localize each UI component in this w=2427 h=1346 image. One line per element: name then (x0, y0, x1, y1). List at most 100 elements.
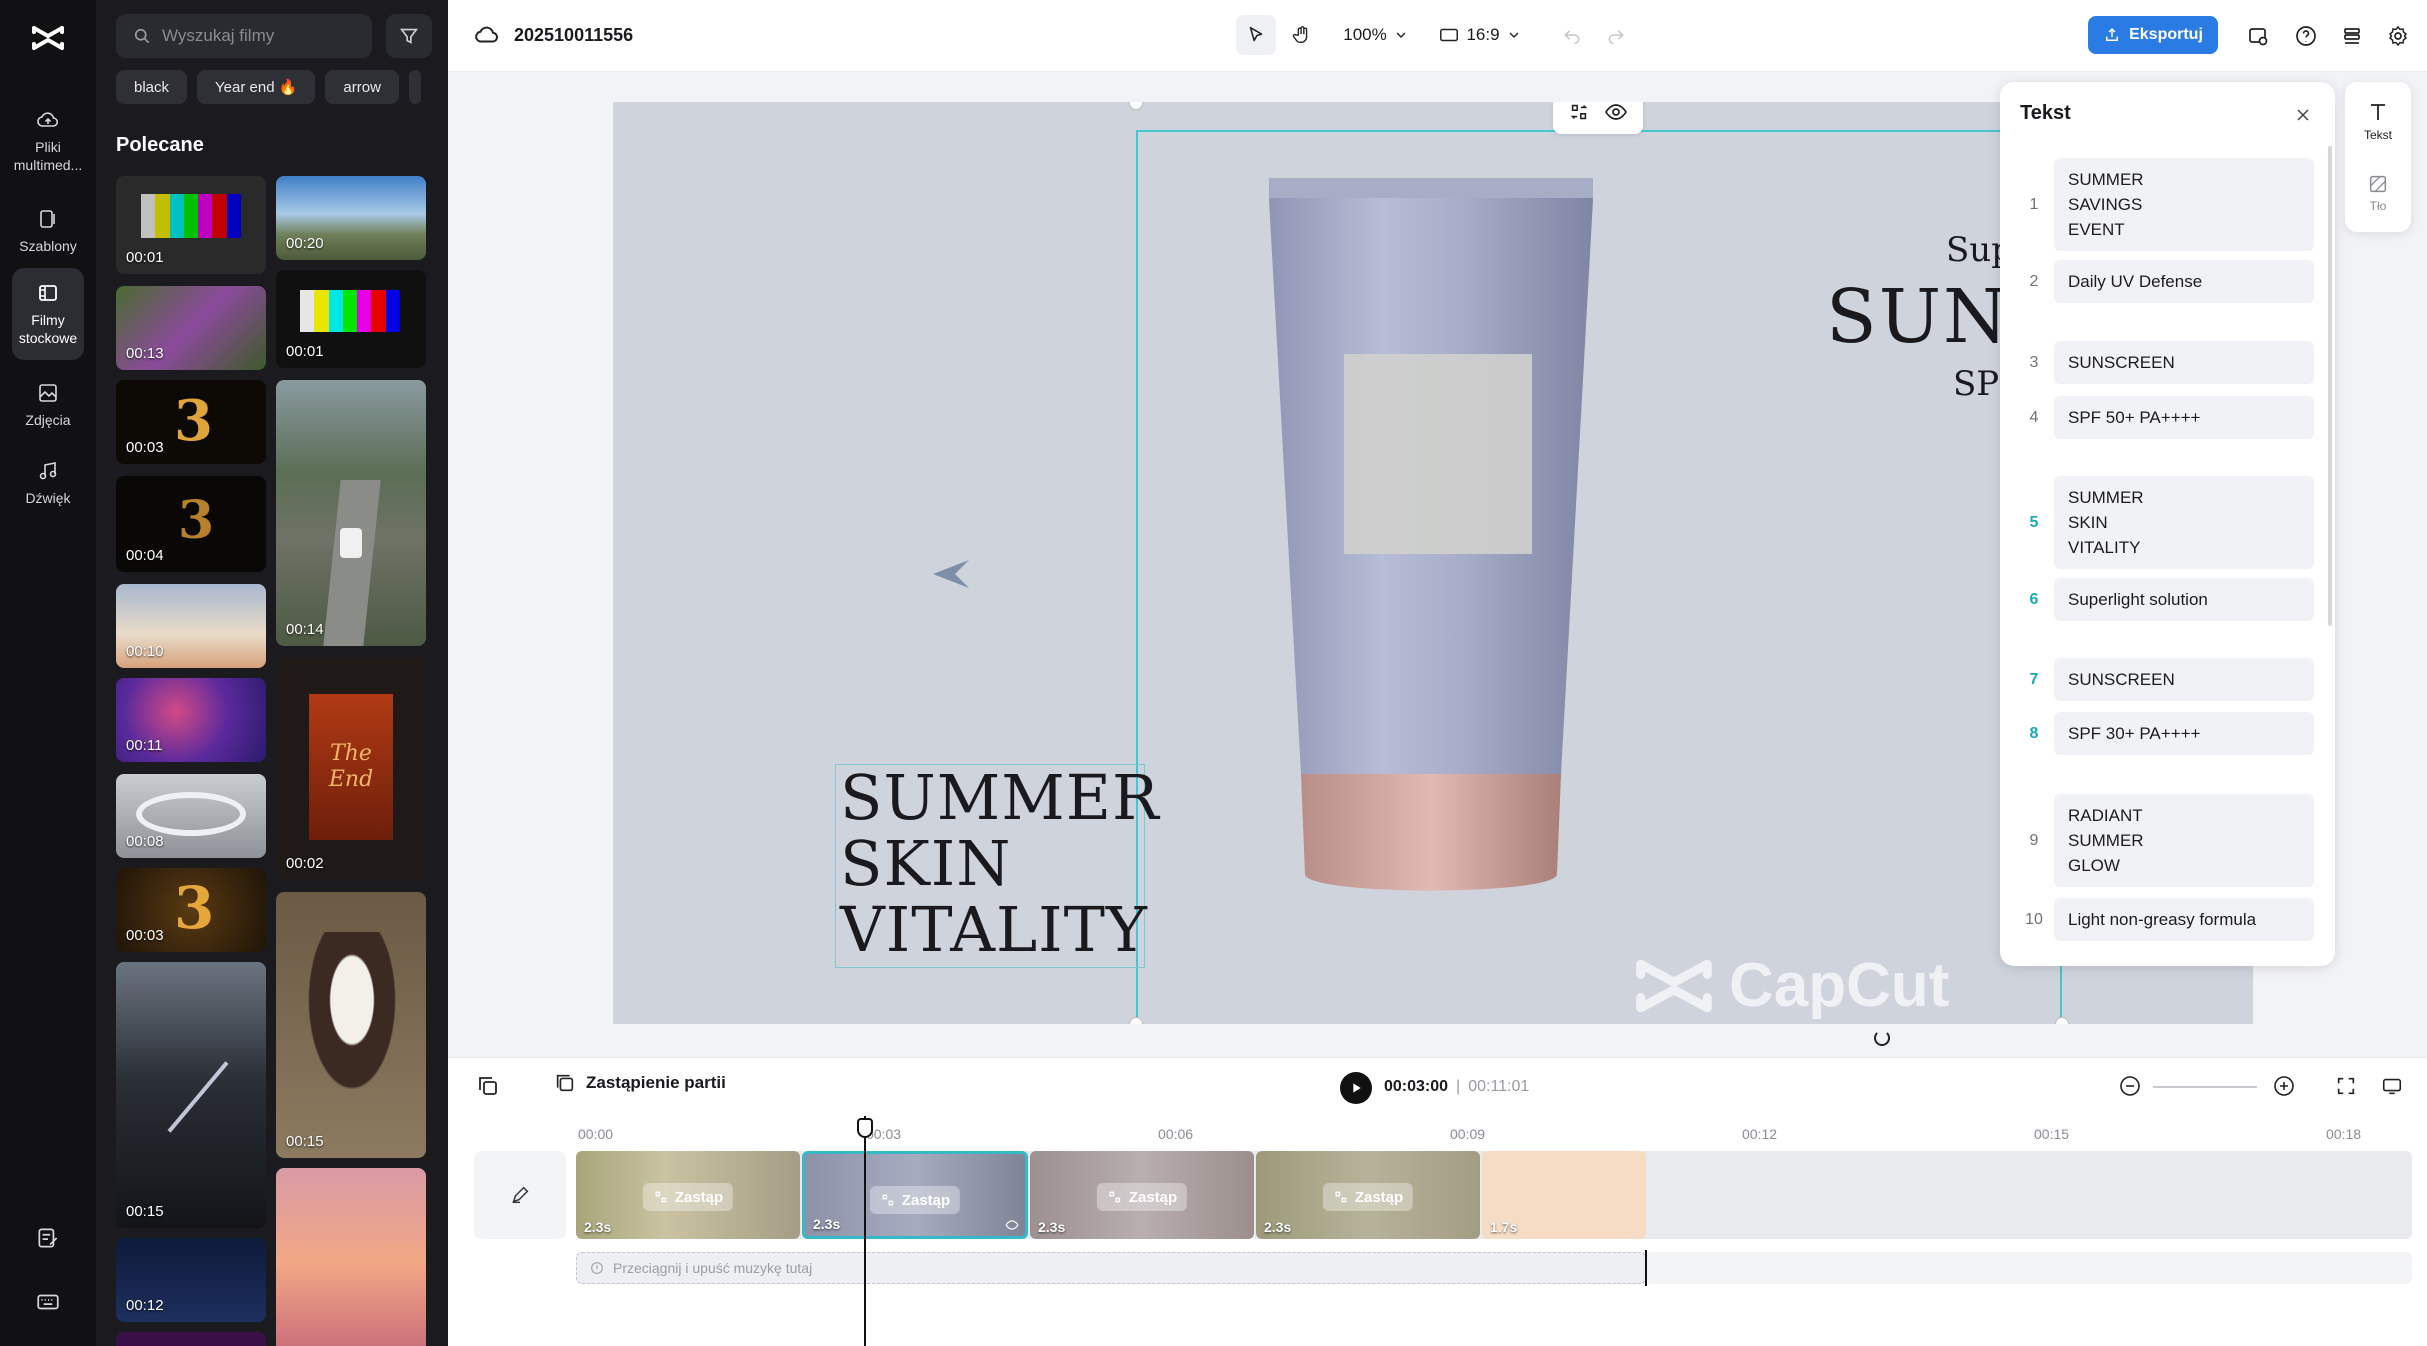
timeline-zoom-slider[interactable] (2153, 1086, 2257, 1088)
text-list-item[interactable]: 9 RADIANT SUMMER GLOW (2014, 794, 2314, 887)
video-thumb[interactable]: 00:01 (116, 176, 266, 274)
rail-item-photos[interactable]: Zdjęcia (12, 360, 84, 450)
resize-handle[interactable] (2055, 1017, 2069, 1024)
video-thumb[interactable]: 00:12 (116, 1238, 266, 1322)
music-track[interactable] (1646, 1252, 2412, 1284)
timeline-clip[interactable]: Zastąp 2.3s (1256, 1151, 1480, 1239)
music-drop-zone[interactable]: Przeciągnij i upuść muzykę tutaj (576, 1252, 1646, 1284)
zoom-in-icon[interactable] (2270, 1072, 2298, 1100)
batch-replace-button[interactable]: Zastąpienie partii (554, 1072, 726, 1094)
tab-text[interactable]: Tekst (2349, 88, 2407, 154)
text-item-value[interactable]: SPF 30+ PA++++ (2054, 712, 2314, 755)
copy-layers-icon[interactable] (474, 1072, 502, 1100)
clip-replace-button[interactable]: Zastąp (1322, 1183, 1414, 1211)
layers-icon[interactable] (2338, 22, 2366, 50)
timeline-clip[interactable]: 1.7s (1482, 1151, 1646, 1239)
close-icon[interactable] (2290, 102, 2316, 128)
chip-year-end[interactable]: Year end 🔥 (197, 70, 316, 104)
video-thumb[interactable]: 00:20 (276, 176, 426, 260)
chip-arrow[interactable]: arrow (325, 70, 399, 104)
replace-icon[interactable] (1568, 102, 1590, 123)
video-thumb[interactable]: 3 00:03 (116, 868, 266, 952)
text-list-item[interactable]: 4 SPF 50+ PA++++ (2014, 396, 2314, 439)
text-item-value[interactable]: Light non-greasy formula (2054, 898, 2314, 941)
text-list-item[interactable]: 7 SUNSCREEN (2014, 658, 2314, 701)
video-thumb[interactable]: 00:15 (116, 962, 266, 1228)
video-thumb[interactable] (276, 1168, 426, 1346)
track-edit-icon[interactable] (474, 1151, 566, 1239)
video-thumb[interactable]: The End 00:02 (276, 658, 426, 880)
resize-handle[interactable] (1129, 1017, 1143, 1024)
undo-button[interactable] (1554, 15, 1590, 55)
settings-gear-icon[interactable] (2384, 22, 2412, 50)
edit-notes-icon[interactable] (30, 1220, 66, 1256)
video-thumb[interactable]: 00:01 (276, 270, 426, 368)
timeline-clip[interactable]: Zastąp 2.3s (1030, 1151, 1254, 1239)
selection-frame[interactable] (1136, 130, 2062, 1024)
help-icon[interactable] (2292, 22, 2320, 50)
video-thumb[interactable] (116, 1332, 266, 1346)
video-thumb[interactable]: 00:14 (276, 380, 426, 646)
video-thumb[interactable]: 00:08 (116, 774, 266, 858)
redo-button[interactable] (1598, 15, 1634, 55)
video-thumb[interactable]: 00:10 (116, 584, 266, 668)
eye-icon[interactable] (1005, 1218, 1019, 1232)
text-list-item[interactable]: 8 SPF 30+ PA++++ (2014, 712, 2314, 755)
video-thumb[interactable]: 00:15 (276, 892, 426, 1158)
text-list-item[interactable]: 1 SUMMER SAVINGS EVENT (2014, 158, 2314, 251)
text-item-value[interactable]: SUMMER SKIN VITALITY (2054, 476, 2314, 569)
text-item-value[interactable]: RADIANT SUMMER GLOW (2054, 794, 2314, 887)
timeline-clip-selected[interactable]: Zastąp 2.3s (802, 1151, 1028, 1239)
playhead-handle[interactable] (857, 1118, 873, 1138)
video-thumb[interactable]: 3 00:04 (116, 476, 266, 572)
text-item-value[interactable]: Daily UV Defense (2054, 260, 2314, 303)
rail-item-audio[interactable]: Dźwięk (12, 438, 84, 528)
search-input[interactable] (162, 26, 352, 46)
play-button[interactable] (1340, 1072, 1372, 1104)
tab-background[interactable]: Tło (2349, 160, 2407, 226)
keyboard-icon[interactable] (30, 1284, 66, 1320)
rotate-handle[interactable] (1874, 1030, 1890, 1046)
text-item-value[interactable]: Superlight solution (2054, 578, 2314, 621)
zoom-dropdown[interactable]: 100% (1336, 15, 1416, 55)
text-list-item[interactable]: 2 Daily UV Defense (2014, 260, 2314, 303)
chip-black[interactable]: black (116, 70, 188, 104)
clip-replace-button[interactable]: Zastąp (869, 1186, 961, 1214)
search-box[interactable] (116, 14, 372, 58)
aspect-ratio-dropdown[interactable]: 16:9 (1432, 15, 1528, 55)
text-item-value[interactable]: SPF 50+ PA++++ (2054, 396, 2314, 439)
video-thumb[interactable]: 00:13 (116, 286, 266, 370)
rail-item-media[interactable]: Pliki multimed... (12, 96, 84, 186)
text-list-item[interactable]: 10 Light non-greasy formula (2014, 898, 2314, 941)
preview-toggle-icon[interactable] (2378, 1072, 2406, 1100)
clip-replace-button[interactable]: Zastąp (1096, 1183, 1188, 1211)
select-tool-button[interactable] (1236, 15, 1276, 55)
video-thumb[interactable]: 00:11 (116, 678, 266, 762)
video-thumb[interactable]: 3 00:03 (116, 380, 266, 464)
zoom-out-icon[interactable] (2116, 1072, 2144, 1100)
fullscreen-icon[interactable] (2332, 1072, 2360, 1100)
text-item-value[interactable]: SUMMER SAVINGS EVENT (2054, 158, 2314, 251)
hand-tool-button[interactable] (1282, 15, 1322, 55)
text-list-item[interactable]: 3 SUNSCREEN (2014, 341, 2314, 384)
export-button[interactable]: Eksportuj (2088, 16, 2218, 54)
text-item-value[interactable]: SUNSCREEN (2054, 658, 2314, 701)
canvas-main-text[interactable]: SUMMER SKIN VITALITY (835, 764, 1159, 968)
timeline-clip[interactable]: Zastąp 2.3s (576, 1151, 800, 1239)
eye-icon[interactable] (1604, 102, 1628, 124)
present-icon[interactable] (2244, 22, 2272, 50)
text-item-value[interactable]: SUNSCREEN (2054, 341, 2314, 384)
capcut-logo-icon[interactable] (28, 18, 68, 58)
scrollbar[interactable] (2328, 146, 2332, 626)
rail-item-templates[interactable]: Szablony (12, 186, 84, 276)
project-name[interactable]: 202510011556 (514, 25, 633, 46)
clip-replace-button[interactable]: Zastąp (642, 1183, 734, 1211)
cloud-icon[interactable] (474, 22, 500, 48)
rail-item-stock-videos[interactable]: Filmy stockowe (12, 268, 84, 360)
time-ruler[interactable]: 00:00 00:03 00:06 00:09 00:12 00:15 00:1… (576, 1126, 2427, 1148)
playhead-line[interactable] (864, 1116, 866, 1346)
text-list-item[interactable]: 6 Superlight solution (2014, 578, 2314, 621)
text-list-item[interactable]: 5 SUMMER SKIN VITALITY (2014, 476, 2314, 569)
resize-handle[interactable] (1129, 102, 1143, 110)
chip-more[interactable] (408, 70, 421, 104)
